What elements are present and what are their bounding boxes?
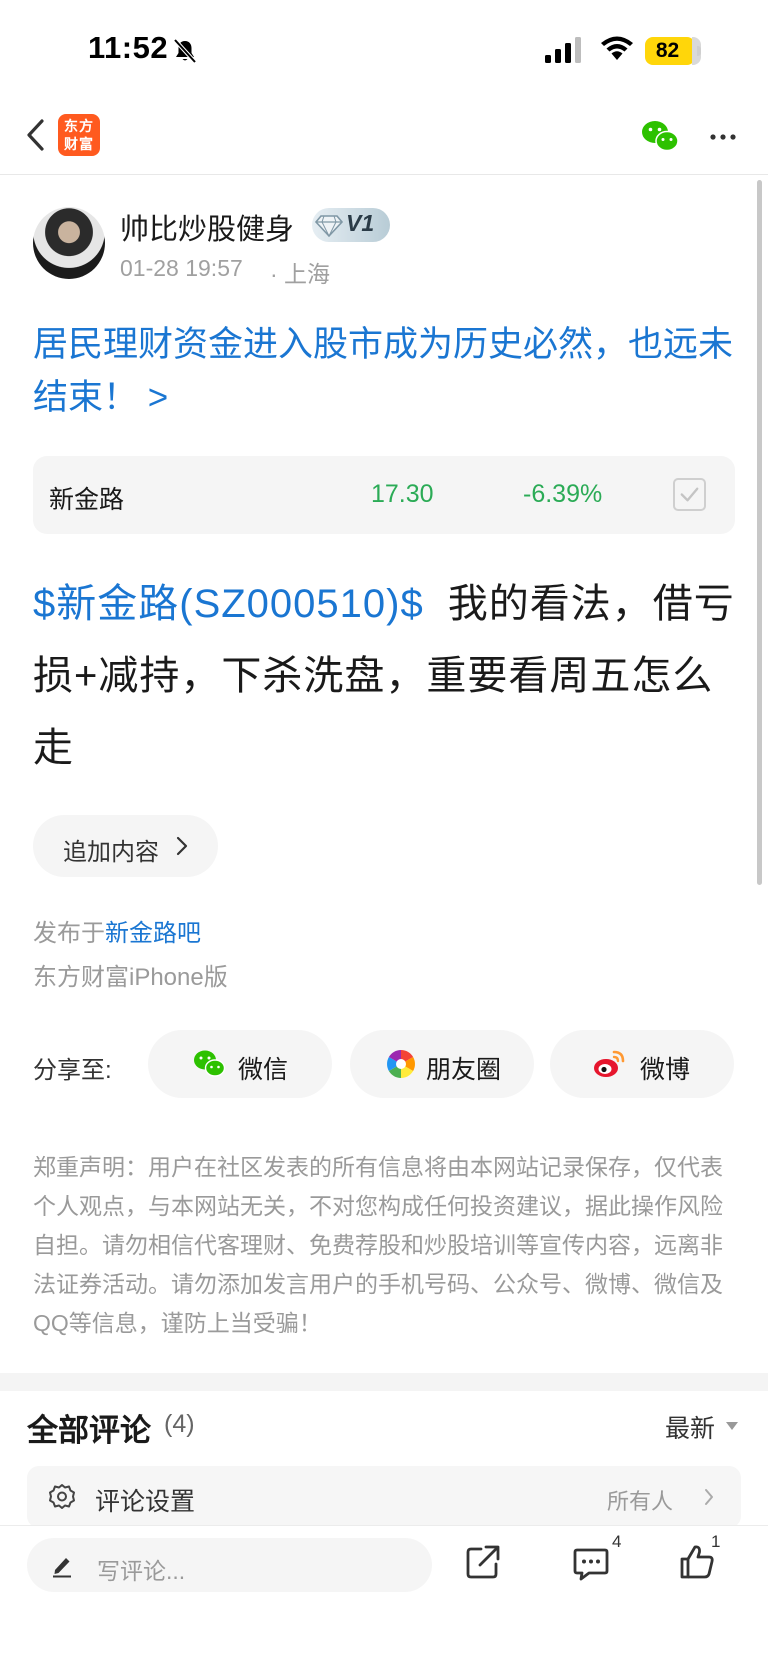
cellular-signal-icon	[545, 37, 581, 63]
weibo-icon	[594, 1050, 625, 1077]
stock-tag-link[interactable]: $新金路(SZ000510)$	[33, 582, 424, 626]
nav-bar: 东方 财富	[0, 100, 768, 175]
battery-tip	[697, 46, 701, 56]
stock-name: 新金路	[49, 486, 125, 514]
wechat-icon	[194, 1050, 226, 1077]
status-time: 11:52	[88, 30, 169, 65]
stock-change: -6.39%	[523, 480, 603, 508]
like-count-badge: 1	[711, 1532, 721, 1551]
gear-icon	[49, 1484, 75, 1509]
share-label: 分享至:	[33, 1057, 112, 1084]
append-content-button[interactable]: 追加内容	[33, 815, 218, 877]
chevron-right-icon	[176, 836, 188, 856]
comment-count-badge: 4	[612, 1532, 622, 1551]
pen-icon	[53, 1558, 71, 1578]
avatar[interactable]	[33, 207, 105, 279]
post-location: · 上海	[270, 261, 331, 287]
published-in: 发布于新金路吧	[33, 913, 201, 948]
more-icon[interactable]	[708, 122, 738, 152]
back-arrow-icon[interactable]	[24, 117, 48, 153]
moments-icon	[387, 1050, 415, 1078]
vip-level: V1	[346, 210, 375, 236]
bell-off-icon	[173, 38, 197, 64]
add-watchlist-checkbox[interactable]	[673, 478, 706, 511]
forum-link[interactable]: 新金路吧	[105, 920, 201, 947]
vip-badge: V1	[312, 208, 390, 242]
share-moments-button[interactable]: 朋友圈	[350, 1030, 534, 1098]
check-icon	[680, 487, 699, 502]
battery-icon: 82	[645, 37, 701, 65]
append-content-label: 追加内容	[63, 839, 159, 866]
battery-level: 82	[655, 39, 680, 62]
comment-settings-value: 所有人	[607, 1489, 674, 1514]
stock-card[interactable]: 新金路 17.30 -6.39%	[33, 456, 735, 534]
share-moments-label: 朋友圈	[426, 1056, 502, 1084]
platform-label: 东方财富iPhone版	[33, 964, 228, 991]
section-divider	[0, 1373, 768, 1391]
comment-icon[interactable]	[572, 1546, 610, 1582]
post-body: $新金路(SZ000510)$ 我的看法，借亏损+减持，下杀洗盘，重要看周五怎么走	[33, 568, 739, 784]
comments-count: (4)	[164, 1410, 195, 1438]
disclaimer-text: 郑重声明：用户在社区发表的所有信息将由本网站记录保存，仅代表个人观点，与本网站无…	[33, 1154, 723, 1336]
bottom-action-bar: 写评论... 4 1	[0, 1525, 768, 1665]
post-title-link[interactable]: 居民理财资金进入股市成为历史必然，也远未结束！ >	[33, 318, 739, 424]
share-wechat-button[interactable]: 微信	[148, 1030, 332, 1098]
comment-settings-row[interactable]: 评论设置 所有人	[27, 1466, 741, 1528]
scrollbar[interactable]	[757, 180, 762, 885]
status-bar: 11:52 82	[0, 0, 768, 100]
author-name[interactable]: 帅比炒股健身	[120, 206, 294, 248]
share-icon[interactable]	[465, 1544, 501, 1580]
write-comment-placeholder: 写评论...	[97, 1558, 186, 1584]
write-comment-input[interactable]: 写评论...	[27, 1538, 432, 1592]
published-prefix: 发布于	[33, 920, 105, 947]
share-weibo-button[interactable]: 微博	[550, 1030, 734, 1098]
comments-title: 全部评论	[27, 1413, 151, 1448]
comment-settings-label: 评论设置	[95, 1488, 196, 1516]
share-wechat-label: 微信	[238, 1056, 289, 1084]
share-weibo-label: 微博	[640, 1056, 691, 1084]
sort-dropdown[interactable]: 最新	[665, 1409, 715, 1445]
post-time: 01-28 19:57	[120, 255, 243, 281]
stock-price: 17.30	[371, 480, 434, 508]
diamond-icon	[314, 215, 344, 238]
caret-down-icon[interactable]	[726, 1422, 738, 1430]
wechat-icon[interactable]	[640, 118, 680, 154]
wifi-icon	[601, 36, 633, 60]
app-logo[interactable]: 东方 财富	[58, 114, 100, 156]
chevron-right-icon	[705, 1489, 713, 1505]
logo-line2: 财富	[64, 136, 94, 152]
logo-line1: 东方	[64, 118, 94, 134]
